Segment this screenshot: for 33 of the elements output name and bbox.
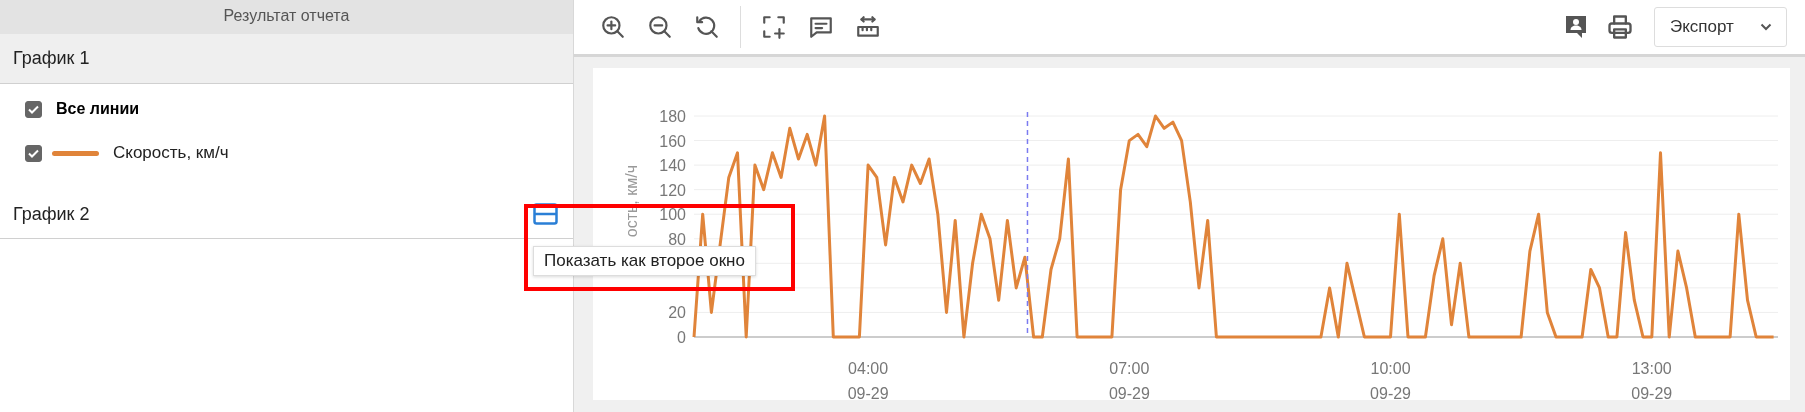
ruler-icon[interactable] (855, 14, 881, 40)
y-tick-label: 180 (659, 108, 686, 125)
group-title[interactable]: График 2 (13, 203, 90, 225)
y-tick-label: 100 (659, 206, 686, 224)
checkbox-label[interactable]: Все линии (56, 100, 140, 118)
add-region-icon[interactable] (761, 14, 787, 40)
checkbox-label[interactable]: Скорость, км/ч (113, 143, 229, 163)
zoom-out-icon[interactable] (647, 14, 673, 40)
y-tick-label: 160 (659, 132, 686, 150)
comment-icon[interactable] (808, 14, 834, 40)
y-tick-label: 120 (659, 181, 686, 199)
x-tick-label: 10:00 09-29 (1370, 360, 1411, 400)
checkmark-icon (28, 104, 39, 114)
chevron-down-icon (1760, 23, 1772, 31)
y-tick-label: 80 (668, 230, 686, 248)
x-tick-label: 13:00 09-29 (1631, 360, 1673, 400)
y-tick-label: 0 (677, 329, 686, 346)
tooltip: Показать как второе окно (533, 246, 756, 276)
checkbox[interactable] (25, 144, 42, 162)
checkbox[interactable] (25, 100, 42, 118)
printer-icon[interactable] (1606, 13, 1634, 41)
group-title[interactable]: График 1 (13, 48, 90, 69)
reset-zoom-icon[interactable] (694, 14, 720, 40)
checkmark-icon (28, 148, 39, 158)
x-tick-label: 07:00 09-29 (1108, 360, 1150, 400)
panel-title: Результат отчета (0, 0, 573, 34)
contact-card-icon[interactable] (1564, 14, 1588, 40)
zoom-in-icon[interactable] (600, 14, 626, 40)
y-tick-label: 20 (668, 304, 686, 322)
split-window-icon[interactable] (533, 203, 558, 225)
y-tick-label: 140 (659, 157, 686, 175)
x-tick-label: 04:00 09-29 (847, 360, 889, 400)
export-dropdown[interactable]: Экспорт (1654, 7, 1787, 47)
